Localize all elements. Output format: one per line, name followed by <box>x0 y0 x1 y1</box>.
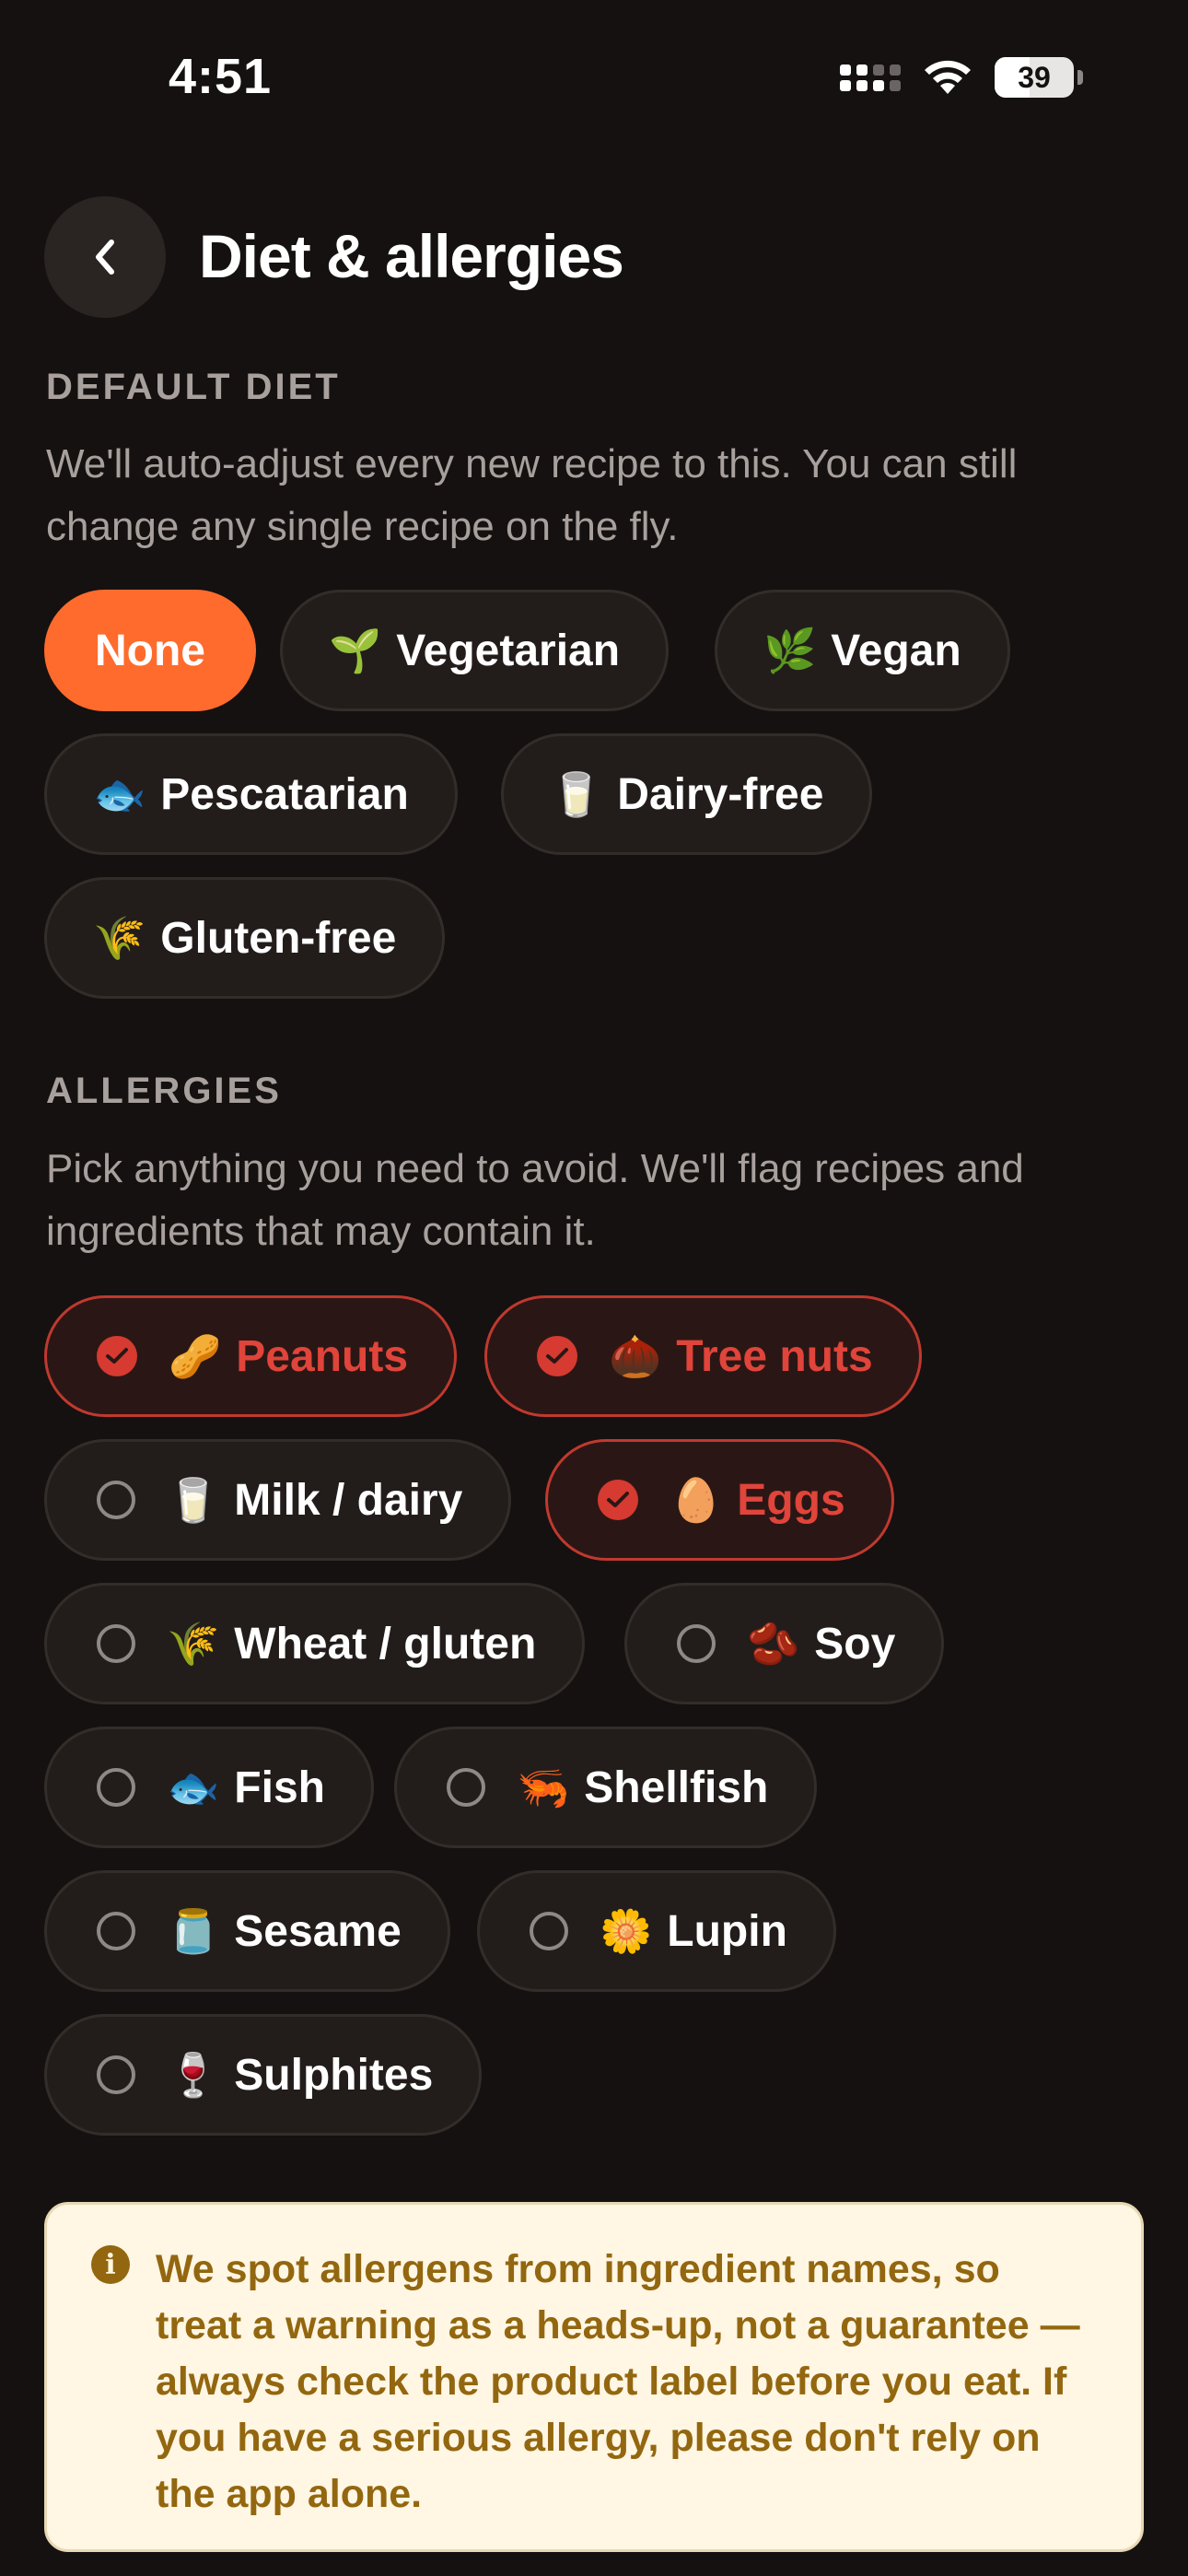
allergen-disclaimer-text: We spot allergens from ingredient names,… <box>156 2247 1080 2516</box>
radio-unchecked-icon <box>97 2055 135 2094</box>
peanut-icon: 🥜 <box>169 1330 222 1381</box>
diet-option-pescatarian[interactable]: 🐟 Pescatarian <box>44 733 458 855</box>
checkmark-icon <box>598 1480 638 1520</box>
diet-option-label: Pescatarian <box>160 769 409 819</box>
cellular-signal-icon <box>840 64 901 91</box>
allergy-option-label: Eggs <box>737 1475 845 1525</box>
radio-unchecked-icon <box>447 1768 485 1807</box>
diet-option-label: Gluten-free <box>160 913 397 963</box>
radio-unchecked-icon <box>677 1624 716 1663</box>
allergy-option-label: Milk / dairy <box>234 1475 463 1525</box>
shrimp-icon: 🦐 <box>517 1762 570 1812</box>
page-title: Diet & allergies <box>199 222 624 290</box>
allergies-description: Pick anything you need to avoid. We'll f… <box>46 1146 1024 1254</box>
allergy-option-wheat-gluten[interactable]: 🌾 Wheat / gluten <box>44 1583 586 1704</box>
seedling-icon: 🌱 <box>329 625 382 675</box>
default-diet-heading: DEFAULT DIET <box>46 367 341 407</box>
beans-icon: 🫘 <box>747 1618 800 1669</box>
diet-option-label: None <box>95 626 205 675</box>
allergy-option-peanuts[interactable]: 🥜 Peanuts <box>44 1295 458 1417</box>
allergy-option-label: Soy <box>814 1619 896 1669</box>
allergy-option-label: Wheat / gluten <box>234 1619 537 1669</box>
battery-icon: 39 <box>995 57 1074 98</box>
radio-unchecked-icon <box>97 1912 135 1950</box>
diet-option-label: Dairy-free <box>617 769 824 819</box>
allergy-option-shellfish[interactable]: 🦐 Shellfish <box>394 1727 818 1848</box>
milk-glass-icon: 🥛 <box>550 768 603 819</box>
wheat-icon: 🌾 <box>167 1618 220 1669</box>
diet-option-vegan[interactable]: 🌿 Vegan <box>715 590 1010 711</box>
allergy-option-label: Fish <box>234 1762 325 1812</box>
diet-option-label: Vegetarian <box>396 626 621 675</box>
allergy-option-label: Peanuts <box>236 1331 409 1381</box>
allergy-option-milk-dairy[interactable]: 🥛 Milk / dairy <box>44 1439 512 1561</box>
diet-option-none[interactable]: None <box>44 590 256 711</box>
blossom-icon: 🌼 <box>600 1905 653 1956</box>
diet-option-label: Vegan <box>831 626 961 675</box>
diet-option-vegetarian[interactable]: 🌱 Vegetarian <box>280 590 670 711</box>
egg-icon: 🥚 <box>670 1474 723 1525</box>
diet-option-dairy-free[interactable]: 🥛 Dairy-free <box>501 733 873 855</box>
radio-unchecked-icon <box>97 1768 135 1807</box>
allergy-option-label: Sesame <box>234 1906 402 1956</box>
allergies-heading: ALLERGIES <box>46 1071 282 1111</box>
jar-icon: 🫙 <box>167 1905 220 1956</box>
allergy-option-lupin[interactable]: 🌼 Lupin <box>477 1870 836 1992</box>
radio-unchecked-icon <box>97 1481 135 1519</box>
allergen-disclaimer-note: i We spot allergens from ingredient name… <box>44 2202 1144 2552</box>
battery-level: 39 <box>1018 60 1051 94</box>
wifi-icon <box>921 57 974 98</box>
allergy-option-fish[interactable]: 🐟 Fish <box>44 1727 374 1848</box>
default-diet-description: We'll auto-adjust every new recipe to th… <box>46 441 1018 549</box>
status-icons: 39 <box>840 57 1083 98</box>
milk-glass-icon: 🥛 <box>167 1474 220 1525</box>
allergy-option-label: Tree nuts <box>676 1331 873 1381</box>
allergy-option-soy[interactable]: 🫘 Soy <box>624 1583 945 1704</box>
back-button[interactable] <box>44 196 166 318</box>
radio-unchecked-icon <box>97 1624 135 1663</box>
diet-option-gluten-free[interactable]: 🌾 Gluten-free <box>44 877 446 999</box>
checkmark-icon <box>97 1336 137 1376</box>
chevron-left-icon <box>96 240 114 275</box>
allergy-option-tree-nuts[interactable]: 🌰 Tree nuts <box>484 1295 922 1417</box>
checkmark-icon <box>537 1336 577 1376</box>
battery-cap <box>1077 70 1083 85</box>
allergy-option-label: Shellfish <box>584 1762 769 1812</box>
wheat-icon: 🌾 <box>93 912 146 963</box>
info-icon: i <box>91 2245 130 2284</box>
allergy-option-label: Lupin <box>667 1906 787 1956</box>
status-bar: 4:51 39 <box>0 0 1188 157</box>
radio-unchecked-icon <box>530 1912 568 1950</box>
allergy-option-label: Sulphites <box>234 2050 434 2100</box>
fish-icon: 🐟 <box>93 768 146 819</box>
wine-glass-icon: 🍷 <box>167 2049 220 2100</box>
fish-icon: 🐟 <box>167 1762 220 1812</box>
allergy-option-sesame[interactable]: 🫙 Sesame <box>44 1870 450 1992</box>
allergy-option-sulphites[interactable]: 🍷 Sulphites <box>44 2014 483 2136</box>
herb-icon: 🌿 <box>763 625 817 675</box>
allergy-option-eggs[interactable]: 🥚 Eggs <box>545 1439 894 1561</box>
chestnut-icon: 🌰 <box>609 1330 662 1381</box>
status-time: 4:51 <box>169 49 273 104</box>
